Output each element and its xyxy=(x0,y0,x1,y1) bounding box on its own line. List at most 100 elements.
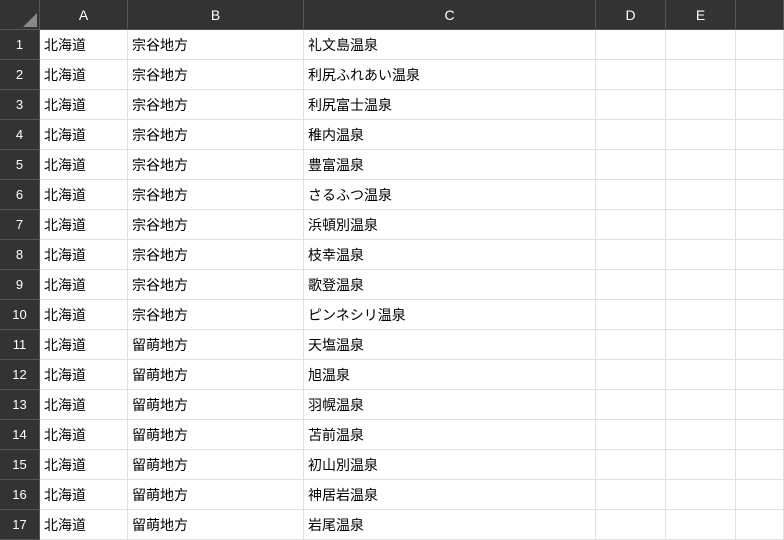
cell[interactable]: 北海道 xyxy=(40,270,128,300)
cell[interactable] xyxy=(666,270,736,300)
row-header[interactable]: 7 xyxy=(0,210,40,240)
row-header[interactable]: 1 xyxy=(0,30,40,60)
cell[interactable] xyxy=(666,480,736,510)
cell[interactable]: 岩尾温泉 xyxy=(304,510,596,540)
cell[interactable]: 宗谷地方 xyxy=(128,300,304,330)
cell[interactable]: 豊富温泉 xyxy=(304,150,596,180)
cell[interactable]: 宗谷地方 xyxy=(128,30,304,60)
row-header[interactable]: 6 xyxy=(0,180,40,210)
cell[interactable] xyxy=(736,90,784,120)
cell[interactable] xyxy=(596,30,666,60)
select-all-corner[interactable] xyxy=(0,0,40,30)
cell[interactable]: 宗谷地方 xyxy=(128,90,304,120)
cell[interactable]: 北海道 xyxy=(40,360,128,390)
cell[interactable] xyxy=(596,330,666,360)
cell[interactable]: 北海道 xyxy=(40,210,128,240)
cell[interactable] xyxy=(596,60,666,90)
cell[interactable]: 北海道 xyxy=(40,480,128,510)
cell[interactable] xyxy=(596,90,666,120)
cell[interactable] xyxy=(666,450,736,480)
row-header[interactable]: 10 xyxy=(0,300,40,330)
column-header[interactable]: E xyxy=(666,0,736,30)
row-header[interactable]: 4 xyxy=(0,120,40,150)
cell[interactable]: 礼文島温泉 xyxy=(304,30,596,60)
cell[interactable]: 稚内温泉 xyxy=(304,120,596,150)
cell[interactable] xyxy=(596,210,666,240)
cell[interactable] xyxy=(666,120,736,150)
column-header[interactable]: C xyxy=(304,0,596,30)
cell[interactable] xyxy=(736,210,784,240)
cell[interactable]: 留萌地方 xyxy=(128,360,304,390)
cell[interactable] xyxy=(596,360,666,390)
cell[interactable] xyxy=(736,420,784,450)
cell[interactable]: 北海道 xyxy=(40,330,128,360)
cell[interactable] xyxy=(666,390,736,420)
row-header[interactable]: 9 xyxy=(0,270,40,300)
row-header[interactable]: 12 xyxy=(0,360,40,390)
cell[interactable] xyxy=(666,60,736,90)
row-header[interactable]: 3 xyxy=(0,90,40,120)
cell[interactable] xyxy=(736,330,784,360)
cell[interactable] xyxy=(736,450,784,480)
cell[interactable] xyxy=(596,450,666,480)
column-header[interactable]: D xyxy=(596,0,666,30)
cell[interactable]: 北海道 xyxy=(40,240,128,270)
cell[interactable]: 宗谷地方 xyxy=(128,120,304,150)
cell[interactable]: 羽幌温泉 xyxy=(304,390,596,420)
cell[interactable] xyxy=(596,150,666,180)
cell[interactable] xyxy=(596,510,666,540)
cell[interactable] xyxy=(736,480,784,510)
cell[interactable] xyxy=(666,420,736,450)
cell[interactable]: 宗谷地方 xyxy=(128,210,304,240)
cell[interactable]: 歌登温泉 xyxy=(304,270,596,300)
cell[interactable] xyxy=(666,360,736,390)
cell[interactable]: 北海道 xyxy=(40,30,128,60)
cell[interactable]: 北海道 xyxy=(40,60,128,90)
column-header[interactable]: B xyxy=(128,0,304,30)
cell[interactable] xyxy=(596,420,666,450)
cell[interactable]: 利尻富士温泉 xyxy=(304,90,596,120)
cell[interactable]: 宗谷地方 xyxy=(128,180,304,210)
cell[interactable] xyxy=(666,90,736,120)
cell[interactable] xyxy=(736,270,784,300)
cell[interactable]: 浜頓別温泉 xyxy=(304,210,596,240)
cell[interactable]: 北海道 xyxy=(40,390,128,420)
cell[interactable] xyxy=(736,60,784,90)
cell[interactable] xyxy=(666,180,736,210)
cell[interactable] xyxy=(596,120,666,150)
cell[interactable] xyxy=(666,510,736,540)
cell[interactable]: 旭温泉 xyxy=(304,360,596,390)
spreadsheet-grid[interactable]: ABCDE1北海道宗谷地方礼文島温泉2北海道宗谷地方利尻ふれあい温泉3北海道宗谷… xyxy=(0,0,784,540)
cell[interactable] xyxy=(736,360,784,390)
row-header[interactable]: 14 xyxy=(0,420,40,450)
cell[interactable]: 北海道 xyxy=(40,510,128,540)
cell[interactable] xyxy=(666,330,736,360)
row-header[interactable]: 11 xyxy=(0,330,40,360)
cell[interactable]: 初山別温泉 xyxy=(304,450,596,480)
cell[interactable] xyxy=(596,300,666,330)
cell[interactable]: さるふつ温泉 xyxy=(304,180,596,210)
cell[interactable] xyxy=(736,150,784,180)
cell[interactable]: 宗谷地方 xyxy=(128,60,304,90)
cell[interactable] xyxy=(736,180,784,210)
cell[interactable] xyxy=(596,180,666,210)
cell[interactable] xyxy=(596,270,666,300)
cell[interactable] xyxy=(596,240,666,270)
row-header[interactable]: 8 xyxy=(0,240,40,270)
cell[interactable]: 利尻ふれあい温泉 xyxy=(304,60,596,90)
cell[interactable]: 天塩温泉 xyxy=(304,330,596,360)
cell[interactable] xyxy=(596,390,666,420)
cell[interactable] xyxy=(596,480,666,510)
cell[interactable]: 北海道 xyxy=(40,450,128,480)
cell[interactable] xyxy=(736,240,784,270)
cell[interactable]: 北海道 xyxy=(40,180,128,210)
cell[interactable]: 宗谷地方 xyxy=(128,240,304,270)
cell[interactable] xyxy=(666,240,736,270)
cell[interactable] xyxy=(666,300,736,330)
cell[interactable] xyxy=(666,210,736,240)
row-header[interactable]: 16 xyxy=(0,480,40,510)
cell[interactable] xyxy=(666,30,736,60)
cell[interactable]: 留萌地方 xyxy=(128,450,304,480)
cell[interactable]: 北海道 xyxy=(40,90,128,120)
cell[interactable]: 枝幸温泉 xyxy=(304,240,596,270)
